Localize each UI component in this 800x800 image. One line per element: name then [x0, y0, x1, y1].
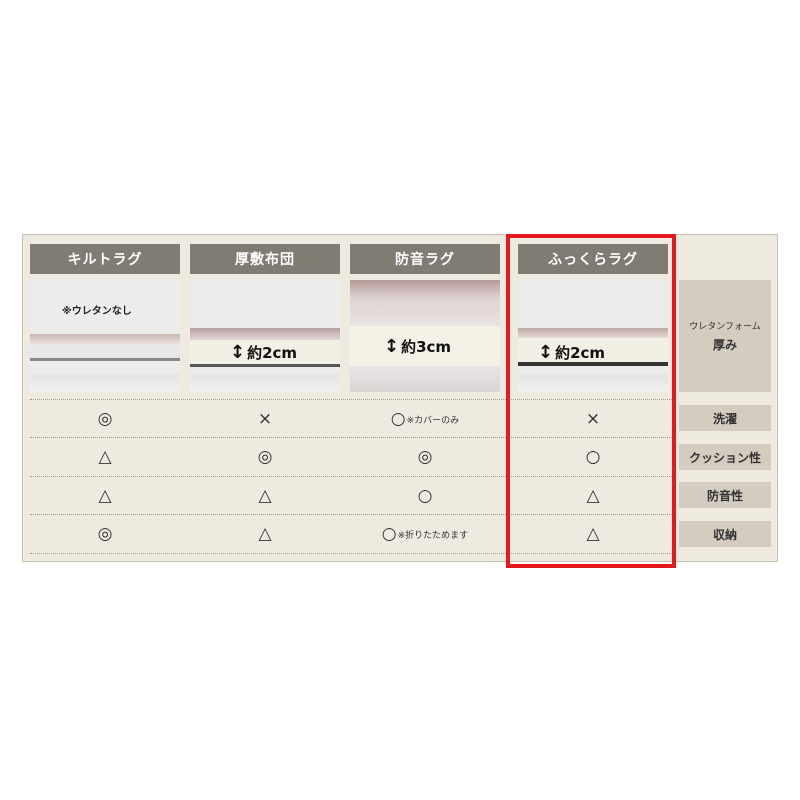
- soundproof-rug-photo: ↕ 約3cm: [350, 280, 500, 392]
- rating-cell: △: [258, 523, 272, 544]
- rating-cell: △: [98, 446, 112, 467]
- rating-cell: ○: [417, 485, 433, 506]
- thickness-label-3cm: ↕ 約3cm: [384, 335, 452, 357]
- rating-cell: ×: [257, 408, 273, 429]
- no-urethane-note: ※ウレタンなし: [62, 306, 132, 317]
- thick-futon-photo: ↕ 約2cm: [190, 280, 340, 392]
- rating-cell: △: [258, 485, 272, 506]
- rating-cell: △: [98, 485, 112, 506]
- rating-cell: ◎: [97, 523, 113, 544]
- urethane-thickness-label: ウレタンフォーム 厚み: [679, 280, 771, 392]
- rating-cell: ◎: [417, 446, 433, 467]
- urethane-foam-label: ウレタンフォーム: [689, 322, 761, 332]
- rating-cell: ○ ※カバーのみ: [390, 408, 460, 429]
- row-label-washing: 洗濯: [679, 405, 771, 431]
- double-arrow-icon: ↕: [384, 335, 400, 357]
- rating-cell: ◎: [97, 408, 113, 429]
- rating-cell: ◎: [257, 446, 273, 467]
- double-arrow-icon: ↕: [230, 341, 246, 363]
- quilt-rug-photo: [30, 280, 180, 392]
- column-header-thick-futon: 厚敷布団: [190, 244, 340, 274]
- thickness-label: 厚み: [712, 338, 737, 352]
- column-header-quilt-rug: キルトラグ: [30, 244, 180, 274]
- rating-cell: ○ ※折りたためます: [381, 523, 469, 544]
- thickness-label-2cm: ↕ 約2cm: [230, 341, 298, 363]
- row-label-cushioning: クッション性: [679, 444, 771, 470]
- row-label-storage: 収納: [679, 521, 771, 547]
- row-label-soundproofing: 防音性: [679, 482, 771, 508]
- column-header-soundproof-rug: 防音ラグ: [350, 244, 500, 274]
- highlight-frame-fluffy-rug: [506, 234, 676, 568]
